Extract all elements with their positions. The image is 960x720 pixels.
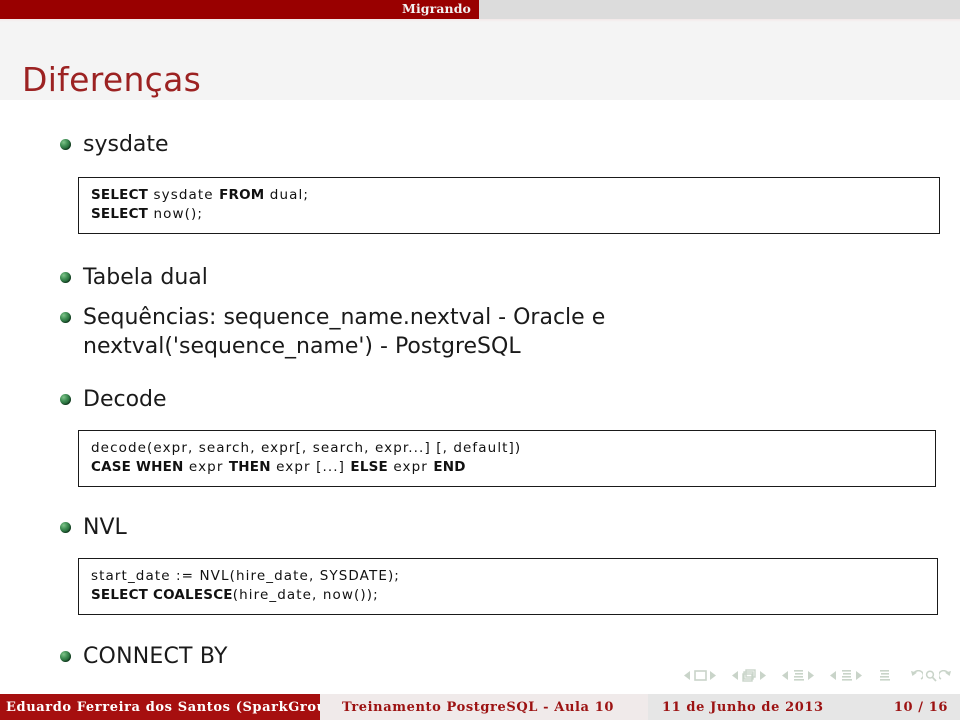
bullet-ball-icon — [60, 272, 71, 283]
forward-icon[interactable] — [939, 669, 952, 682]
section-icon[interactable] — [840, 669, 853, 682]
footer-title-text: Treinamento PostgreSQL - Aula 10 — [342, 699, 614, 715]
code-block-nvl: start_date := NVL(hire_date, SYSDATE); S… — [78, 558, 941, 619]
headline-bar: Migrando — [0, 0, 960, 19]
footer-date-text: 11 de Junho de 2013 — [662, 699, 824, 715]
code-line: SELECT sysdate FROM dual; — [91, 187, 309, 203]
slide-prev-icon[interactable] — [684, 671, 691, 680]
code-block-decode: decode(expr, search, expr[, search, expr… — [78, 430, 939, 491]
footer-page-text: 10 / 16 — [893, 699, 948, 715]
frame-icon[interactable] — [741, 669, 757, 682]
bullet-ball-icon — [60, 394, 71, 405]
section-prev-icon[interactable] — [830, 671, 837, 680]
bullet-ball-icon — [60, 312, 71, 323]
subsection-icon[interactable] — [792, 669, 805, 682]
code-box: start_date := NVL(hire_date, SYSDATE); S… — [78, 558, 941, 619]
slide-next-icon[interactable] — [709, 671, 716, 680]
bullet-ball-icon — [60, 651, 71, 662]
frame-next-icon[interactable] — [759, 671, 766, 680]
nav-misc-group — [910, 669, 952, 682]
footer-author-text: Eduardo Ferreira dos Santos (SparkGroup — [6, 699, 320, 715]
slide-body: sysdate SELECT sysdate FROM dual; SELECT… — [0, 100, 960, 694]
nav-slide-group — [684, 670, 716, 681]
page-title: Diferenças — [22, 60, 202, 99]
code-box: SELECT sysdate FROM dual; SELECT now(); — [78, 177, 943, 238]
code-line: CASE WHEN expr THEN expr [...] ELSE expr… — [91, 459, 466, 476]
beamer-navigation-symbols — [684, 669, 952, 682]
code-line: decode(expr, search, expr[, search, expr… — [91, 440, 522, 456]
subsection-next-icon[interactable] — [807, 671, 814, 680]
list-item-label: Sequências: sequence_name.nextval - Orac… — [83, 305, 606, 360]
code-block-sysdate: SELECT sysdate FROM dual; SELECT now(); — [78, 177, 943, 238]
footer-author: Eduardo Ferreira dos Santos (SparkGroup — [0, 694, 320, 720]
footer-bar: Eduardo Ferreira dos Santos (SparkGroup … — [0, 694, 960, 720]
section-title: Migrando — [402, 1, 471, 16]
footer-page-number: 10 / 16 — [864, 694, 960, 720]
nav-section-group — [830, 669, 862, 682]
footer-title: Treinamento PostgreSQL - Aula 10 — [320, 694, 648, 720]
list-item-label: CONNECT BY — [83, 644, 228, 669]
list-item-label: Tabela dual — [83, 265, 208, 290]
list-item: Tabela dual — [60, 263, 208, 292]
frame-title-area: Diferenças — [0, 22, 960, 100]
list-item-label: NVL — [83, 515, 127, 540]
code-line: SELECT now(); — [91, 206, 204, 223]
list-item-label: sysdate — [83, 132, 169, 157]
back-icon[interactable] — [910, 669, 923, 682]
list-item: CONNECT BY — [60, 642, 228, 671]
footer-date: 11 de Junho de 2013 — [648, 694, 864, 720]
section-next-icon[interactable] — [855, 671, 862, 680]
code-line: SELECT COALESCE(hire_date, now()); — [91, 587, 379, 604]
bullet-ball-icon — [60, 139, 71, 150]
presentation-icon[interactable] — [878, 669, 891, 682]
bullet-ball-icon — [60, 522, 71, 533]
list-item: Decode — [60, 385, 167, 414]
list-item-label: Decode — [83, 387, 167, 412]
frame-prev-icon[interactable] — [732, 671, 739, 680]
code-box: decode(expr, search, expr[, search, expr… — [78, 430, 939, 491]
code-line: start_date := NVL(hire_date, SYSDATE); — [91, 568, 400, 584]
list-item: Sequências: sequence_name.nextval - Orac… — [60, 303, 940, 361]
subsection-prev-icon[interactable] — [782, 671, 789, 680]
search-icon[interactable] — [925, 669, 937, 682]
list-item: NVL — [60, 513, 127, 542]
headline-section-block: Migrando — [0, 0, 479, 19]
slide-icon[interactable] — [693, 670, 707, 681]
nav-subsection-group — [782, 669, 814, 682]
list-item: sysdate — [60, 130, 169, 159]
nav-frame-group — [732, 669, 766, 682]
